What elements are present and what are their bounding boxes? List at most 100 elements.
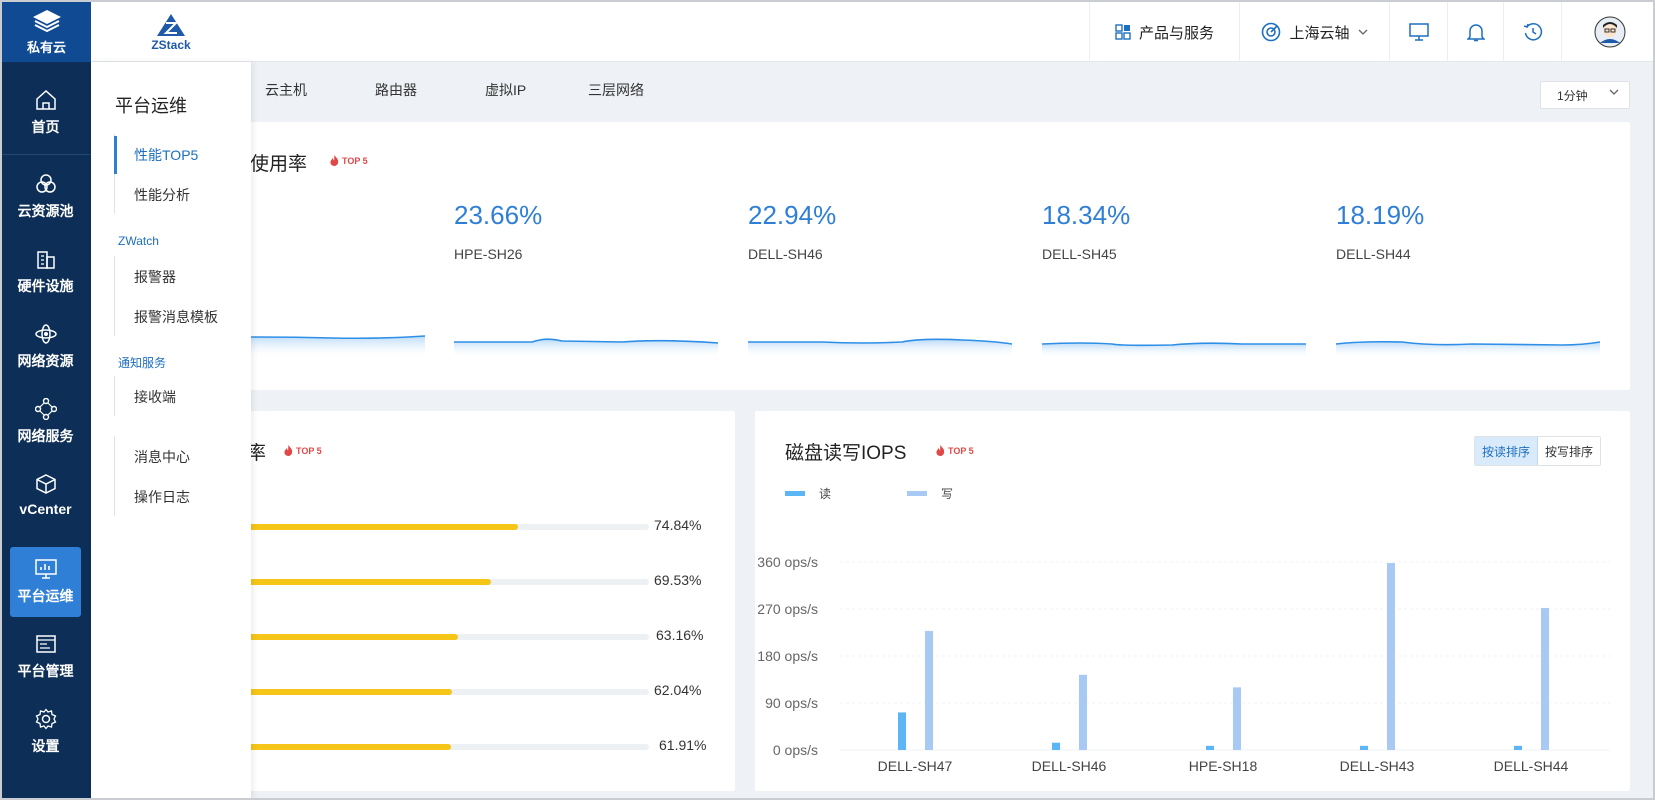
tab-vm[interactable]: 云主机 xyxy=(265,80,307,100)
desktop-icon xyxy=(1408,23,1429,41)
y-tick-label: 180 ops/s xyxy=(757,648,818,664)
write-bar xyxy=(1387,563,1395,750)
cpu-metric-value: 23.66% xyxy=(454,200,543,230)
cpu-card-title: 使用率 xyxy=(250,154,308,175)
nav-item-network-service[interactable]: 网络服务 xyxy=(10,387,81,457)
zstack-triangle-icon xyxy=(157,13,185,36)
nav-item-settings[interactable]: 设置 xyxy=(10,697,81,767)
read-bar xyxy=(1514,745,1522,750)
nav-item-label: 设置 xyxy=(31,738,60,754)
sort-by-write-button[interactable]: 按写排序 xyxy=(1538,437,1600,465)
main-nav: 私有云 首页 云资源池 硬件设施 网络资源 网络服务 vCenter 平台运维 … xyxy=(2,2,91,798)
memory-bar-percent: 69.53% xyxy=(654,572,702,588)
private-cloud-logo[interactable]: 私有云 xyxy=(2,2,91,62)
nav-item-hardware[interactable]: 硬件设施 xyxy=(10,237,81,307)
products-label: 产品与服务 xyxy=(1138,24,1214,42)
nav-item-label: 网络服务 xyxy=(17,428,74,444)
tab-l3-network[interactable]: 三层网络 xyxy=(588,80,644,100)
cpu-metric-host[interactable]: DELL-SH45 xyxy=(1042,246,1117,262)
console-button[interactable] xyxy=(1389,2,1447,62)
sparkline-3 xyxy=(1041,342,1306,358)
nav-item-platform-ops[interactable]: 平台运维 xyxy=(10,547,81,617)
cpu-metric-host[interactable]: HPE-SH26 xyxy=(454,246,522,262)
tab-router[interactable]: 路由器 xyxy=(375,80,417,100)
x-tick-label: DELL-SH43 xyxy=(1340,758,1415,774)
nav-divider xyxy=(2,154,91,155)
top5-text: TOP 5 xyxy=(342,155,368,166)
monitor-chart-icon xyxy=(34,559,57,579)
sort-by-read-button[interactable]: 按读排序 xyxy=(1475,437,1539,465)
top5-badge: TOP 5 xyxy=(330,155,368,166)
network-service-icon xyxy=(34,398,57,420)
top5-badge: TOP 5 xyxy=(936,445,974,456)
iops-bar-chart: 0 ops/s 90 ops/s 180 ops/s 270 ops/s 360 ops… xyxy=(757,554,1610,774)
subnav-item-performance-top5[interactable]: 性能TOP5 xyxy=(114,136,251,174)
nav-item-label: vCenter xyxy=(19,501,72,517)
zstack-logo[interactable]: ZStack xyxy=(91,2,251,62)
notification-button[interactable] xyxy=(1447,2,1503,62)
products-services-button[interactable]: 产品与服务 xyxy=(1089,2,1239,62)
nav-item-label: 云资源池 xyxy=(17,203,74,219)
tab-vip[interactable]: 虚拟IP xyxy=(485,80,526,100)
y-tick-label: 0 ops/s xyxy=(773,742,818,758)
y-tick-label: 270 ops/s xyxy=(757,601,818,617)
building-icon xyxy=(36,251,55,269)
subnav-item-message-center[interactable]: 消息中心 xyxy=(114,438,251,476)
nav-item-label: 首页 xyxy=(31,119,60,135)
logo-label: 私有云 xyxy=(26,39,66,55)
user-avatar-button[interactable] xyxy=(1561,2,1653,62)
avatar xyxy=(1594,16,1625,48)
write-bar xyxy=(1541,607,1549,750)
platform-ops-subnav: 平台运维 性能TOP5 性能分析 ZWatch 报警器 报警消息模板 通知服务 … xyxy=(91,62,251,798)
subnav-group-zwatch: ZWatch xyxy=(118,234,159,248)
interval-value: 1分钟 xyxy=(1557,88,1588,103)
gear-icon xyxy=(35,708,56,730)
chevron-down-icon xyxy=(1358,29,1367,35)
interval-select[interactable]: 1分钟 xyxy=(1540,81,1630,109)
history-button[interactable] xyxy=(1503,2,1561,62)
read-bar xyxy=(1206,745,1214,750)
subnav-item-performance-analysis[interactable]: 性能分析 xyxy=(114,176,251,214)
write-bar xyxy=(1079,674,1087,750)
home-icon xyxy=(35,89,56,110)
x-tick-label: DELL-SH47 xyxy=(878,758,953,774)
top5-text: TOP 5 xyxy=(948,445,974,456)
read-bar xyxy=(1052,742,1060,750)
cpu-metric-value: 22.94% xyxy=(748,200,837,230)
nav-item-label: 平台管理 xyxy=(17,663,74,679)
nav-item-vcenter[interactable]: vCenter xyxy=(10,460,81,530)
region-selector[interactable]: 上海云轴 xyxy=(1239,2,1389,62)
top5-badge: TOP 5 xyxy=(284,445,322,456)
nav-item-platform-mgmt[interactable]: 平台管理 xyxy=(10,622,81,692)
subnav-title: 平台运维 xyxy=(115,96,187,116)
window-list-icon xyxy=(35,635,56,653)
nav-item-resource-pool[interactable]: 云资源池 xyxy=(10,162,81,232)
legend-write[interactable]: 写 xyxy=(907,485,953,502)
cpu-metric-host[interactable]: DELL-SH44 xyxy=(1336,246,1411,262)
memory-bar-percent: 61.91% xyxy=(659,737,707,753)
memory-bar-percent: 63.16% xyxy=(656,627,704,643)
x-tick-label: DELL-SH44 xyxy=(1494,758,1569,774)
nav-item-label: 平台运维 xyxy=(17,588,74,604)
resource-pool-icon xyxy=(35,174,56,193)
nav-item-home[interactable]: 首页 xyxy=(10,78,81,148)
sparkline-2 xyxy=(748,338,1013,358)
chevron-down-icon xyxy=(1609,89,1619,95)
legend-read[interactable]: 读 xyxy=(785,485,831,502)
history-icon xyxy=(1523,23,1542,41)
subnav-item-alarm-template[interactable]: 报警消息模板 xyxy=(114,298,251,336)
layers-icon xyxy=(32,9,61,32)
subnav-item-receiver[interactable]: 接收端 xyxy=(114,378,251,416)
brand-name: ZStack xyxy=(151,37,191,52)
cpu-metric-host[interactable]: DELL-SH46 xyxy=(748,246,823,262)
write-bar xyxy=(925,630,933,750)
read-bar xyxy=(898,712,906,750)
subnav-item-alarm[interactable]: 报警器 xyxy=(114,258,251,296)
write-bar xyxy=(1233,687,1241,750)
grid-icon xyxy=(1115,24,1131,40)
sparkline-1 xyxy=(454,338,719,358)
bell-icon xyxy=(1466,24,1485,42)
subnav-item-operation-log[interactable]: 操作日志 xyxy=(114,478,251,516)
memory-bar-percent: 62.04% xyxy=(654,682,702,698)
read-bar xyxy=(1360,745,1368,750)
